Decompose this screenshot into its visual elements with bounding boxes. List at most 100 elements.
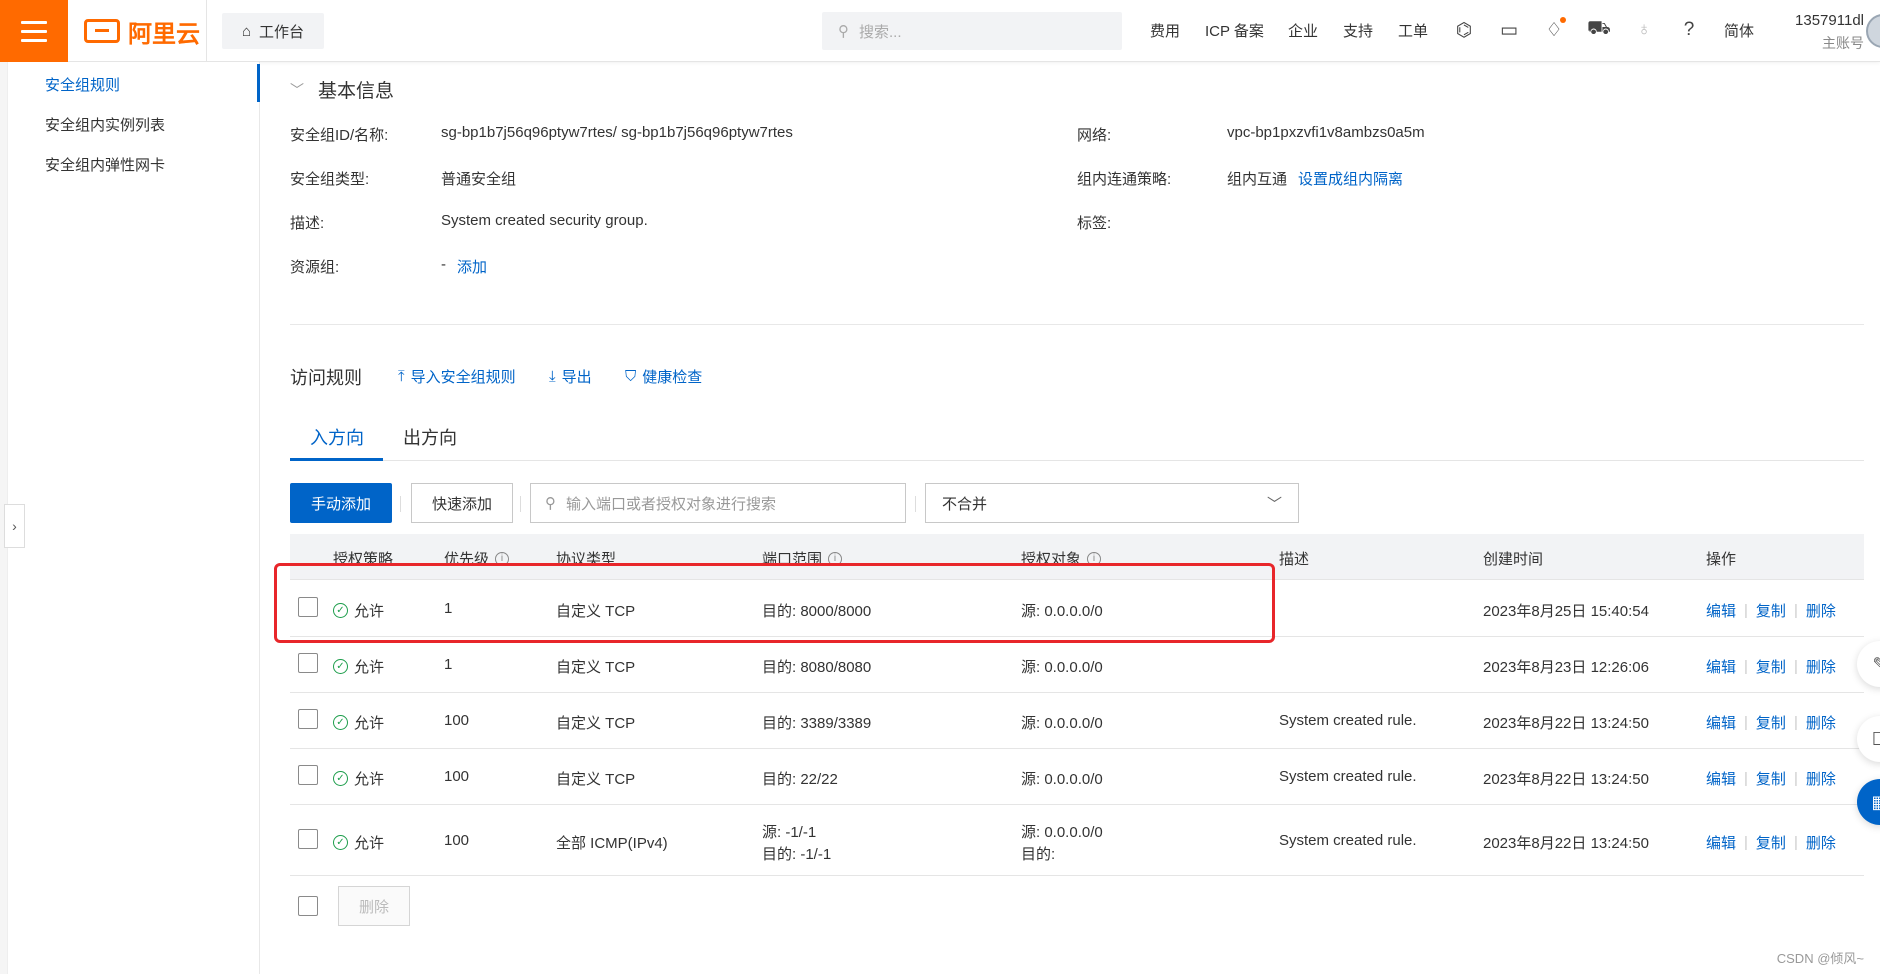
port-cell: 源: -1/-1	[762, 824, 817, 841]
th-time-label: 创建时间	[1483, 551, 1544, 568]
priority-cell: 100	[444, 832, 470, 849]
edit-link[interactable]: 编辑	[1706, 832, 1736, 853]
copy-link[interactable]: 复制	[1756, 656, 1786, 677]
desc-cell: System created rule.	[1279, 712, 1417, 729]
tab-inbound[interactable]: 入方向	[310, 424, 364, 450]
policy-label: 组内连通策略:	[1077, 171, 1172, 188]
logo[interactable]: 阿里云	[84, 14, 200, 48]
merge-select[interactable]: 不合并 ﹀	[925, 483, 1299, 523]
tag-label: 标签:	[1077, 215, 1112, 232]
divider	[206, 0, 207, 62]
nav-support[interactable]: 支持	[1343, 20, 1373, 41]
th-ops: 操作	[1706, 548, 1736, 569]
menu-icon[interactable]	[0, 0, 68, 62]
row-checkbox[interactable]	[298, 709, 318, 729]
lightbulb-icon[interactable]: ♁	[1632, 17, 1656, 43]
manual-add-button[interactable]: 手动添加	[290, 483, 392, 523]
home-icon: ⌂	[241, 22, 252, 40]
row-divider	[290, 748, 1864, 749]
sg-type-label: 安全组类型:	[290, 171, 370, 188]
network-value[interactable]: vpc-bp1pxzvfi1v8ambzs0a5m	[1227, 124, 1425, 141]
copy-link[interactable]: 复制	[1756, 832, 1786, 853]
resource-group-label: 资源组:	[290, 259, 340, 276]
copy-link[interactable]: 复制	[1756, 768, 1786, 789]
edit-feedback-icon[interactable]: ✎	[1857, 641, 1880, 687]
help-icon[interactable]: ?	[1677, 17, 1701, 43]
workbench-button[interactable]: ⌂ 工作台	[222, 13, 324, 49]
chat-icon[interactable]: ☐	[1857, 716, 1880, 762]
row-checkbox[interactable]	[298, 653, 318, 673]
edit-link[interactable]: 编辑	[1706, 768, 1736, 789]
sidebar-item-rules[interactable]: 安全组规则	[45, 74, 120, 95]
global-search-input[interactable]: ⚲ 搜索...	[822, 12, 1122, 50]
account-sub: 主账号	[1822, 35, 1864, 51]
ops-cell: 编辑 | 复制 | 删除	[1706, 712, 1836, 733]
copy-link[interactable]: 复制	[1756, 712, 1786, 733]
sg-desc-value: System created security group.	[441, 212, 648, 229]
cart-icon[interactable]: ⛟	[1587, 17, 1611, 43]
rule-search-input[interactable]: ⚲ 输入端口或者授权对象进行搜索	[530, 483, 906, 523]
nav-fee[interactable]: 费用	[1150, 20, 1180, 41]
edit-link[interactable]: 编辑	[1706, 656, 1736, 677]
edit-link[interactable]: 编辑	[1706, 600, 1736, 621]
notification-dot	[1560, 17, 1566, 23]
expand-sidebar-button[interactable]: ›	[4, 504, 25, 548]
target-cell: 源: 0.0.0.0/0	[1021, 771, 1103, 788]
divider	[915, 496, 916, 512]
row-checkbox[interactable]	[298, 765, 318, 785]
import-rules-button[interactable]: ⤒ 导入安全组规则	[398, 366, 516, 387]
code-icon[interactable]: ⌬	[1452, 17, 1476, 43]
sg-desc-label: 描述:	[290, 215, 325, 232]
resource-group-add-link[interactable]: 添加	[457, 256, 487, 277]
sidebar-item-instances[interactable]: 安全组内实例列表	[45, 114, 165, 135]
row-divider	[290, 804, 1864, 805]
sg-type-value: 普通安全组	[441, 171, 517, 188]
policy-cell: ✓ 允许	[333, 656, 384, 677]
basic-info-header[interactable]: ﹀ 基本信息	[290, 76, 394, 103]
policy-cell: ✓ 允许	[333, 712, 384, 733]
policy-value: 允许	[354, 715, 385, 732]
health-check-label: 健康检查	[642, 369, 703, 386]
resource-group-dash: -	[441, 256, 446, 273]
workbench-label: 工作台	[259, 23, 305, 41]
language-switch[interactable]: 简体	[1724, 20, 1754, 41]
row-checkbox[interactable]	[298, 829, 318, 849]
nav-enterprise[interactable]: 企业	[1288, 20, 1318, 41]
priority-cell: 100	[444, 768, 470, 785]
nav-icp[interactable]: ICP 备案	[1205, 20, 1264, 41]
select-all-checkbox[interactable]	[298, 896, 318, 916]
delete-link[interactable]: 删除	[1806, 600, 1836, 621]
export-button[interactable]: ⤓ 导出	[549, 366, 592, 387]
apps-grid-icon[interactable]: ▦	[1857, 779, 1880, 825]
protocol-cell: 自定义 TCP	[556, 771, 636, 788]
nav-ticket[interactable]: 工单	[1398, 20, 1428, 41]
account-name: 1357911dl	[1795, 12, 1864, 29]
check-circle-icon: ✓	[333, 771, 348, 786]
health-check-button[interactable]: ⛉ 健康检查	[625, 366, 702, 387]
protocol-cell: 自定义 TCP	[556, 659, 636, 676]
delete-link[interactable]: 删除	[1806, 656, 1836, 677]
set-isolation-link[interactable]: 设置成组内隔离	[1298, 168, 1403, 189]
edit-link[interactable]: 编辑	[1706, 712, 1736, 733]
port-cell: 目的: 3389/3389	[762, 715, 872, 732]
bell-icon[interactable]: ♢	[1542, 17, 1566, 43]
delete-link[interactable]: 删除	[1806, 832, 1836, 853]
tab-outbound[interactable]: 出方向	[403, 424, 457, 450]
delete-link[interactable]: 删除	[1806, 768, 1836, 789]
logo-text: 阿里云	[128, 20, 200, 48]
copy-link[interactable]: 复制	[1756, 600, 1786, 621]
target-cell: 源: 0.0.0.0/0	[1021, 824, 1103, 841]
tab-active-indicator	[290, 458, 383, 461]
quick-add-button[interactable]: 快速添加	[411, 483, 513, 523]
upload-icon: ⤒	[398, 368, 405, 385]
sidebar-item-eni[interactable]: 安全组内弹性网卡	[45, 154, 165, 175]
search-icon: ⚲	[838, 23, 849, 40]
batch-delete-button[interactable]: 删除	[338, 886, 410, 926]
policy-value: 允许	[354, 659, 385, 676]
terminal-icon[interactable]: ▭	[1497, 17, 1521, 43]
delete-link[interactable]: 删除	[1806, 712, 1836, 733]
th-time: 创建时间	[1483, 548, 1543, 569]
account-menu[interactable]: 1357911dl 主账号	[1784, 12, 1864, 53]
divider	[290, 324, 1864, 325]
priority-cell: 1	[444, 656, 453, 673]
